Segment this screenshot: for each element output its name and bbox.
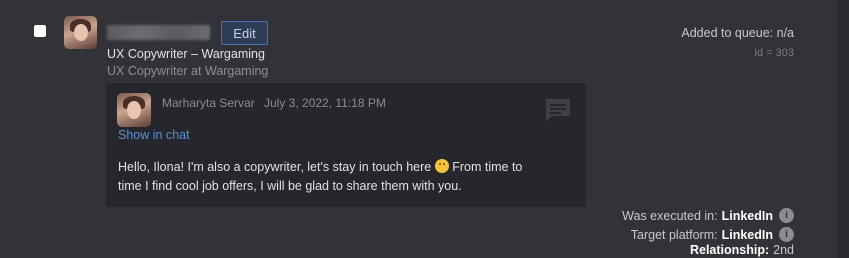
contact-headline: UX Copywriter – Wargaming: [107, 47, 265, 61]
message-author: Marharyta Servar: [162, 96, 255, 110]
contact-position: UX Copywriter at Wargaming: [107, 64, 269, 78]
target-platform-label: Target platform:: [630, 227, 718, 242]
chat-bubble-icon[interactable]: [544, 97, 572, 123]
executed-in-label: Was executed in:: [622, 208, 718, 223]
relationship-row: Relationship: 2nd: [690, 243, 794, 257]
added-to-queue: Added to queue: n/a: [681, 26, 794, 40]
info-icon[interactable]: i: [779, 208, 794, 223]
message-date: July 3, 2022, 11:18 PM: [264, 96, 386, 110]
avatar-face: [73, 23, 88, 42]
smile-emoji-icon: [434, 159, 449, 173]
avatar-face: [127, 101, 142, 119]
show-in-chat-link[interactable]: Show in chat: [118, 128, 190, 142]
info-icon[interactable]: i: [779, 227, 794, 242]
target-platform-value: LinkedIn: [721, 227, 773, 242]
message-text-part-1: Hello, Ilona! I'm also a copywriter, let…: [118, 160, 432, 174]
relationship-label: Relationship:: [689, 243, 770, 257]
target-platform-row: Target platform: LinkedIn i: [631, 227, 794, 242]
message-text: Hello, Ilona! I'm also a copywriter, let…: [118, 158, 548, 196]
message-author-avatar: [117, 93, 151, 127]
avatar: [64, 16, 97, 49]
executed-in-row: Was executed in: LinkedIn i: [622, 208, 794, 223]
record-id: id = 303: [754, 47, 794, 59]
edit-button[interactable]: Edit: [221, 21, 268, 45]
select-checkbox[interactable]: [34, 25, 46, 37]
right-panel-edge: [837, 0, 849, 258]
relationship-value: 2nd: [773, 243, 794, 257]
executed-in-value: LinkedIn: [721, 208, 773, 223]
blurred-contact-name: [107, 25, 210, 40]
